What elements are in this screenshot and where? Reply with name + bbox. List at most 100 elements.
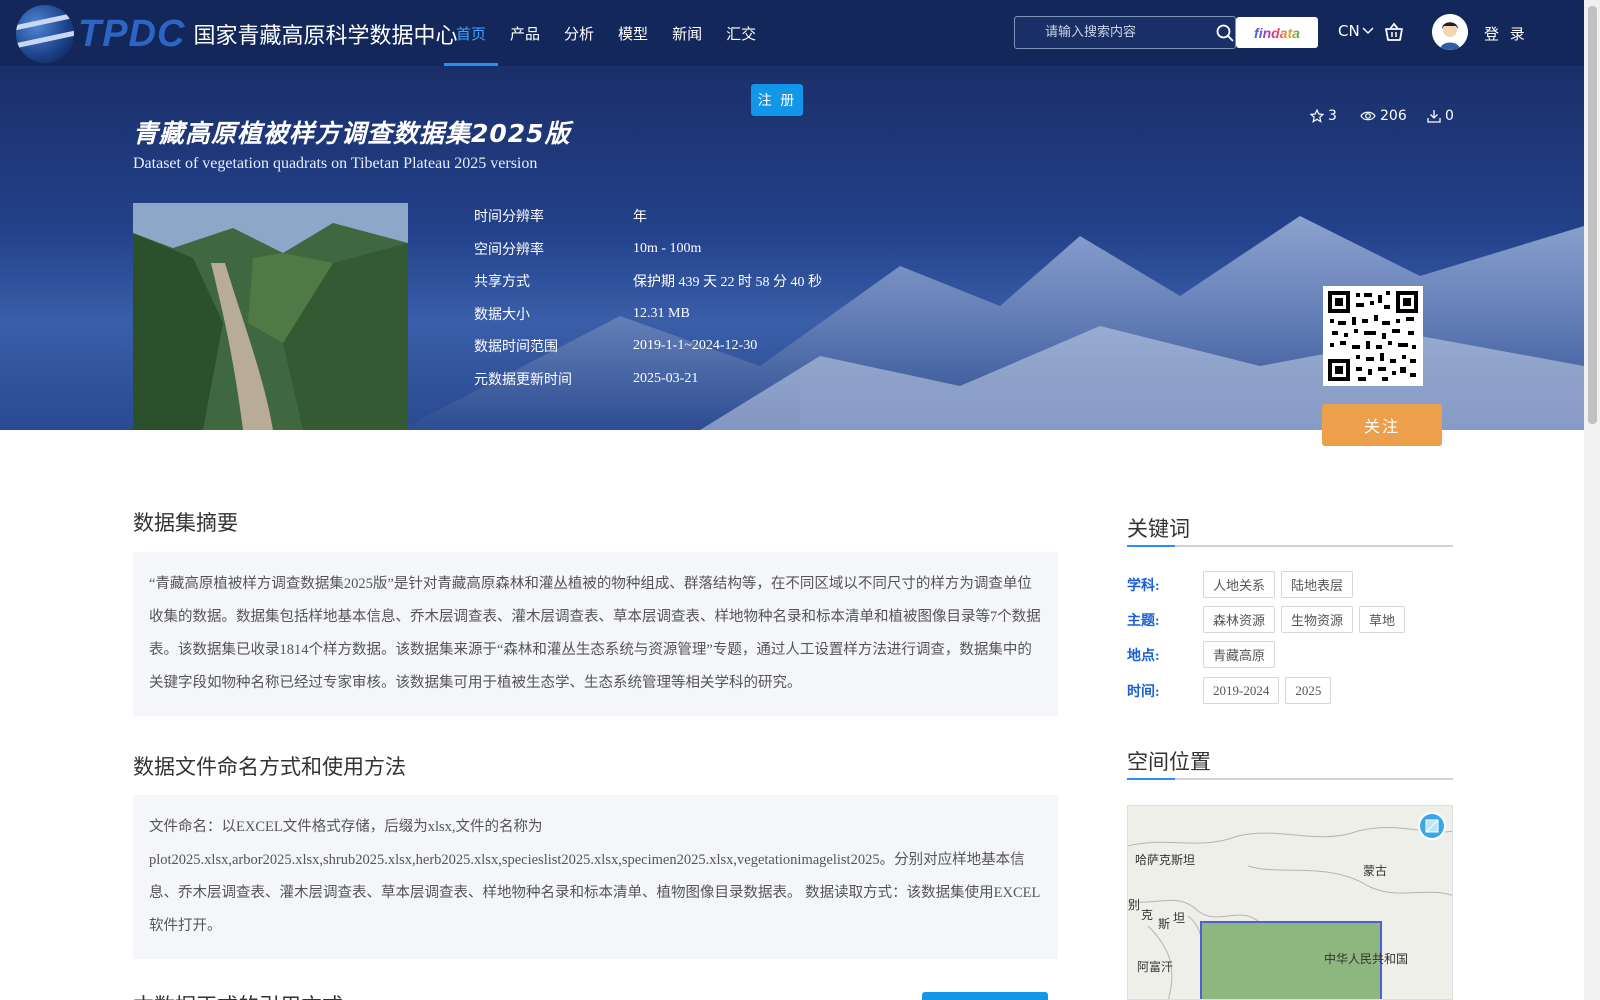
nav-item-submit[interactable]: 汇交 (714, 0, 768, 66)
avatar-icon (1432, 14, 1468, 50)
meta-label: 共享方式 (474, 274, 530, 291)
keyword-tag[interactable]: 森林资源 (1203, 606, 1276, 633)
map-label: 蒙古 (1363, 864, 1388, 878)
nav-item-home[interactable]: 首页 (444, 0, 499, 66)
dataset-metadata: 时间分辨率 年 空间分辨率 10m - 100m 共享方式 保护期 439 天 … (474, 200, 822, 395)
meta-value: 保护期 439 天 22 时 58 分 40 秒 (633, 275, 822, 291)
qr-code-icon (1326, 289, 1420, 383)
map-label: 中华人民共和国 (1324, 952, 1409, 966)
naming-text: 文件命名：以EXCEL文件格式存储，后缀为xlsx,文件的名称为plot2025… (133, 795, 1058, 959)
logo-name: 国家青藏高原科学数据中心 (193, 24, 458, 49)
favorites-stat[interactable]: 3 (1310, 108, 1337, 124)
keyword-row-place: 地点: 青藏高原 (1127, 641, 1281, 668)
language-switch[interactable]: CN (1338, 22, 1374, 40)
site-logo[interactable]: TPDC 国家青藏高原科学数据中心 (16, 4, 457, 64)
keyword-tag[interactable]: 草地 (1359, 606, 1406, 633)
scrollbar-thumb[interactable] (1588, 6, 1597, 424)
keywords-title: 关键词 (1127, 517, 1190, 541)
keywords-divider (1127, 545, 1453, 547)
keyword-tag[interactable]: 2019-2024 (1203, 677, 1280, 704)
search-input[interactable] (1015, 17, 1215, 48)
meta-value: 12.31 MB (633, 305, 690, 321)
summary-title: 数据集摘要 (133, 511, 238, 535)
map-label: 坦 (1173, 911, 1186, 925)
login-link[interactable]: 登 录 (1484, 23, 1528, 44)
keyword-label: 时间: (1127, 684, 1160, 700)
keyword-tag[interactable]: 生物资源 (1281, 606, 1354, 633)
nav-item-analysis[interactable]: 分析 (552, 0, 606, 66)
meta-value: 2025-03-21 (633, 370, 699, 386)
search-icon (1216, 24, 1234, 41)
keyword-label: 主题: (1127, 613, 1160, 629)
meta-label: 数据大小 (474, 306, 530, 323)
map-label: 哈萨克斯坦 (1135, 853, 1196, 867)
keyword-row-subject: 学科: 人地关系 陆地表层 (1127, 571, 1359, 598)
star-icon (1310, 109, 1324, 123)
meta-row: 数据大小 12.31 MB (474, 298, 822, 331)
views-count: 206 (1380, 108, 1407, 124)
keyword-tag[interactable]: 2025 (1285, 677, 1332, 704)
map-label: 克 (1141, 908, 1154, 922)
findata-label: findata (1254, 24, 1300, 41)
keyword-label: 学科: (1127, 578, 1160, 594)
meta-label: 时间分辨率 (474, 209, 544, 226)
keyword-label: 地点: (1127, 648, 1160, 664)
views-stat: 206 (1360, 108, 1407, 124)
meta-row: 元数据更新时间 2025-03-21 (474, 363, 822, 396)
download-icon (1427, 110, 1441, 123)
dataset-title-en: Dataset of vegetation quadrats on Tibeta… (133, 155, 538, 172)
dataset-title: 青藏高原植被样方调查数据集2025版 (133, 119, 571, 148)
meta-value: 2019-1-1~2024-12-30 (633, 338, 758, 354)
map-label: 阿富汗 (1137, 960, 1174, 974)
keyword-tag[interactable]: 青藏高原 (1203, 641, 1276, 668)
summary-text: “青藏高原植被样方调查数据集2025版”是针对青藏高原森林和灌丛植被的物种组成、… (133, 552, 1058, 716)
location-title: 空间位置 (1127, 750, 1211, 774)
meta-row: 空间分辨率 10m - 100m (474, 233, 822, 266)
logo-acronym: TPDC (78, 12, 186, 55)
meta-row: 时间分辨率 年 (474, 200, 822, 233)
map-borders-image (1128, 806, 1452, 999)
favorites-count: 3 (1328, 108, 1337, 124)
search-button[interactable] (1215, 17, 1235, 48)
basket-icon (1385, 22, 1403, 41)
meta-label: 元数据更新时间 (474, 371, 572, 388)
keyword-tag[interactable]: 人地关系 (1203, 571, 1276, 598)
top-navbar: TPDC 国家青藏高原科学数据中心 首页 产品 分析 模型 新闻 汇交 find… (0, 0, 1584, 66)
main-nav: 首页 产品 分析 模型 新闻 汇交 (444, 0, 768, 66)
keyword-tag[interactable]: 陆地表层 (1281, 571, 1354, 598)
citation-title: 本数据正式的引用方式 (133, 990, 343, 1000)
nav-item-models[interactable]: 模型 (606, 0, 660, 66)
map-label: 别 (1128, 898, 1141, 912)
language-label: CN (1338, 22, 1360, 40)
nav-item-news[interactable]: 新闻 (660, 0, 714, 66)
meta-row: 数据时间范围 2019-1-1~2024-12-30 (474, 330, 822, 363)
page-scrollbar[interactable] (1584, 0, 1600, 1000)
keyword-row-topic: 主题: 森林资源 生物资源 草地 (1127, 606, 1411, 633)
naming-title: 数据文件命名方式和使用方法 (133, 755, 406, 779)
register-button[interactable]: 注 册 (751, 84, 803, 116)
follow-button[interactable]: 关注 (1322, 404, 1442, 446)
user-avatar[interactable] (1432, 14, 1468, 50)
meta-value: 年 (633, 210, 647, 226)
globe-logo-icon (16, 5, 74, 63)
meta-label: 空间分辨率 (474, 241, 544, 258)
copy-citation-button[interactable] (922, 992, 1048, 1000)
keyword-row-time: 时间: 2019-2024 2025 (1127, 677, 1337, 704)
map-layer-toggle[interactable] (1418, 812, 1446, 840)
qr-code (1323, 286, 1423, 386)
map-label: 斯 (1158, 917, 1171, 931)
meta-value: 10m - 100m (633, 240, 702, 256)
dataset-thumbnail (133, 203, 408, 430)
nav-item-products[interactable]: 产品 (498, 0, 552, 66)
location-map[interactable]: 哈萨克斯坦 蒙古 别 克 斯 坦 阿富汗 中华人民共和国 (1127, 805, 1453, 1000)
valley-photo-image (133, 203, 408, 430)
location-divider (1127, 778, 1453, 780)
search-box (1014, 16, 1236, 49)
downloads-stat: 0 (1427, 108, 1454, 124)
eye-icon (1360, 111, 1376, 121)
downloads-count: 0 (1445, 108, 1454, 124)
map-layer-icon (1425, 819, 1439, 833)
findata-button[interactable]: findata (1236, 17, 1318, 48)
cart-button[interactable] (1384, 22, 1404, 46)
chevron-down-icon (1362, 27, 1374, 35)
